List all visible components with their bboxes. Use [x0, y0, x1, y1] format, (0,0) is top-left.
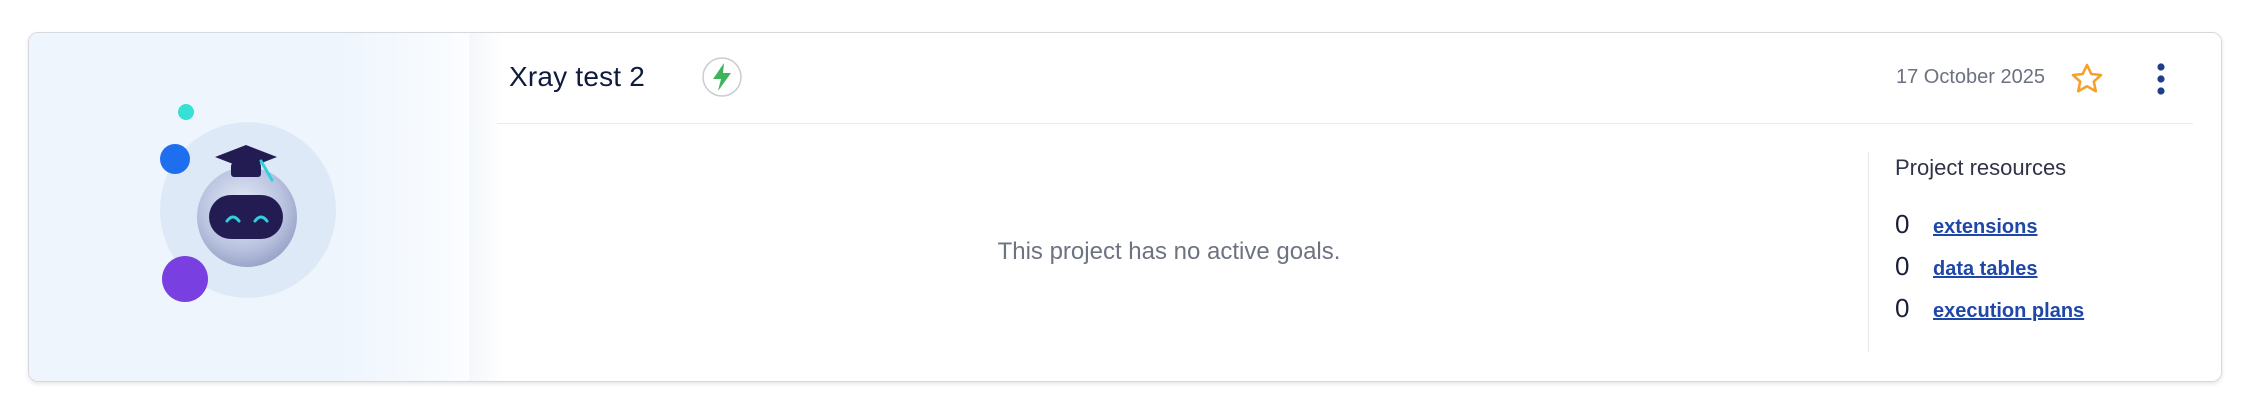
lightning-bolt-icon — [702, 57, 742, 97]
divider — [1868, 152, 1869, 352]
star-outline-icon — [2071, 63, 2103, 93]
extensions-link[interactable]: extensions — [1933, 216, 2037, 239]
resource-count: 0 — [1895, 293, 1910, 323]
resource-row-extensions: 0 extensions — [1895, 209, 2195, 251]
resource-row-execution-plans: 0 execution plans — [1895, 293, 2195, 335]
project-date: 17 October 2025 — [1896, 66, 2045, 88]
project-header: Xray test 2 17 October 2025 — [497, 33, 2193, 124]
resource-row-data-tables: 0 data tables — [1895, 251, 2195, 293]
robot-graduate-illustration — [160, 104, 336, 302]
favorite-button[interactable] — [2069, 61, 2105, 97]
project-title[interactable]: Xray test 2 — [509, 61, 645, 93]
empty-goals-message: This project has no active goals. — [997, 238, 1341, 265]
project-content: Xray test 2 17 October 2025 This project… — [469, 33, 2221, 381]
project-resources: Project resources 0 extensions 0 data ta… — [1895, 155, 2195, 335]
execution-plans-link[interactable]: execution plans — [1933, 300, 2084, 323]
resource-count: 0 — [1895, 251, 1910, 281]
project-card[interactable]: Xray test 2 17 October 2025 This project… — [28, 32, 2222, 382]
resource-count: 0 — [1895, 209, 1910, 239]
data-tables-link[interactable]: data tables — [1933, 258, 2037, 281]
resources-list: 0 extensions 0 data tables 0 execution p… — [1895, 209, 2195, 335]
project-thumbnail — [29, 33, 469, 381]
more-options-button[interactable] — [2151, 61, 2171, 101]
vertical-dots-icon — [2157, 63, 2165, 95]
resources-title: Project resources — [1895, 155, 2067, 180]
